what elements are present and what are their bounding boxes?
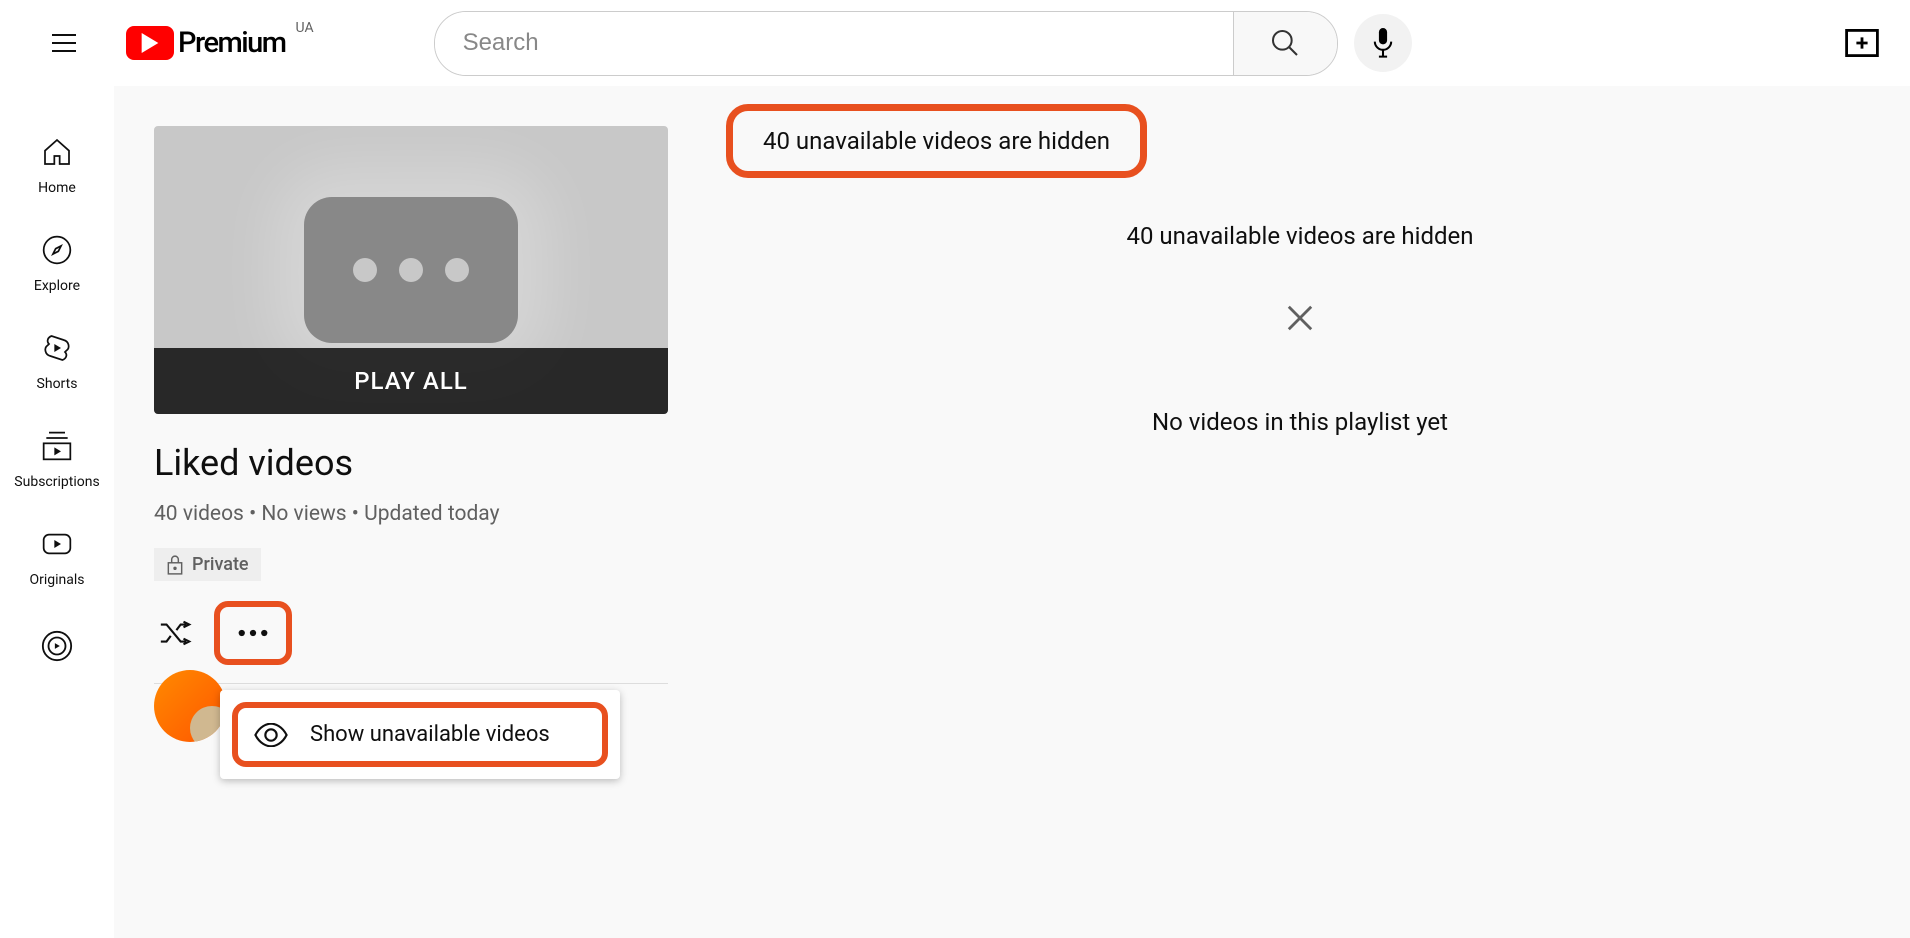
shuffle-icon [158, 618, 192, 648]
nav-label: Explore [34, 278, 80, 294]
nav-explore[interactable]: Explore [0, 214, 114, 312]
search-input[interactable] [435, 12, 1233, 75]
create-plus-icon [1845, 29, 1879, 57]
nav-subscriptions[interactable]: Subscriptions [0, 410, 114, 508]
home-icon [41, 136, 73, 168]
playlist-actions [154, 601, 710, 665]
nav-label: Originals [29, 572, 84, 588]
main: PLAY ALL Liked videos 40 videos • No vie… [114, 86, 1910, 938]
menuitem-label: Show unavailable videos [310, 722, 550, 747]
lock-icon [166, 555, 184, 575]
header: Premium UA [0, 0, 1910, 86]
nav-label: Shorts [37, 376, 78, 392]
nav-home[interactable]: Home [0, 116, 114, 214]
play-all-button[interactable]: PLAY ALL [154, 348, 668, 414]
video-list-pane: 40 unavailable videos are hidden 40 unav… [710, 126, 1870, 898]
search-icon [1269, 27, 1301, 59]
show-unavailable-menuitem[interactable]: Show unavailable videos [232, 702, 608, 767]
voice-search-button[interactable] [1354, 14, 1412, 72]
logo[interactable]: Premium UA [126, 26, 286, 60]
logo-region-badge: UA [296, 20, 314, 36]
nav-more[interactable] [0, 606, 114, 692]
privacy-chip[interactable]: Private [154, 548, 261, 581]
unavailable-callout-highlight: 40 unavailable videos are hidden [726, 104, 1147, 178]
shorts-icon [41, 332, 73, 364]
content: Home Explore Shorts Subscriptions Origin… [0, 86, 1910, 938]
nav-originals[interactable]: Originals [0, 508, 114, 606]
close-icon [1286, 304, 1314, 332]
nav-shorts[interactable]: Shorts [0, 312, 114, 410]
hamburger-icon [48, 27, 80, 59]
originals-circle-icon [40, 629, 74, 663]
shuffle-button[interactable] [154, 612, 196, 654]
playlist-panel: PLAY ALL Liked videos 40 videos • No vie… [154, 126, 710, 898]
privacy-label: Private [192, 554, 249, 575]
search-button[interactable] [1233, 12, 1337, 75]
placeholder-icon [304, 197, 518, 343]
logo-text: Premium [178, 26, 286, 60]
playlist-title: Liked videos [154, 442, 710, 484]
dismiss-banner-button[interactable] [1280, 298, 1320, 338]
youtube-play-icon [126, 26, 174, 60]
nav-label: Subscriptions [14, 474, 99, 490]
sidebar: Home Explore Shorts Subscriptions Origin… [0, 86, 114, 938]
create-button[interactable] [1838, 19, 1886, 67]
unavailable-banner: 40 unavailable videos are hidden [730, 222, 1870, 250]
eye-icon [254, 723, 288, 747]
subscriptions-icon [41, 430, 73, 462]
owner-avatar[interactable] [154, 670, 226, 742]
more-horizontal-icon [238, 629, 268, 637]
compass-icon [41, 234, 73, 266]
divider [154, 683, 668, 684]
originals-icon [41, 528, 73, 560]
more-actions-button[interactable] [214, 601, 292, 665]
more-actions-menu: Show unavailable videos [220, 690, 620, 779]
microphone-icon [1371, 28, 1395, 58]
nav-label: Home [38, 180, 76, 196]
playlist-thumbnail[interactable]: PLAY ALL [154, 126, 668, 414]
hamburger-menu-button[interactable] [40, 19, 88, 67]
playlist-meta: 40 videos • No views • Updated today [154, 502, 710, 526]
empty-playlist-message: No videos in this playlist yet [730, 408, 1870, 436]
search-box [434, 11, 1338, 76]
